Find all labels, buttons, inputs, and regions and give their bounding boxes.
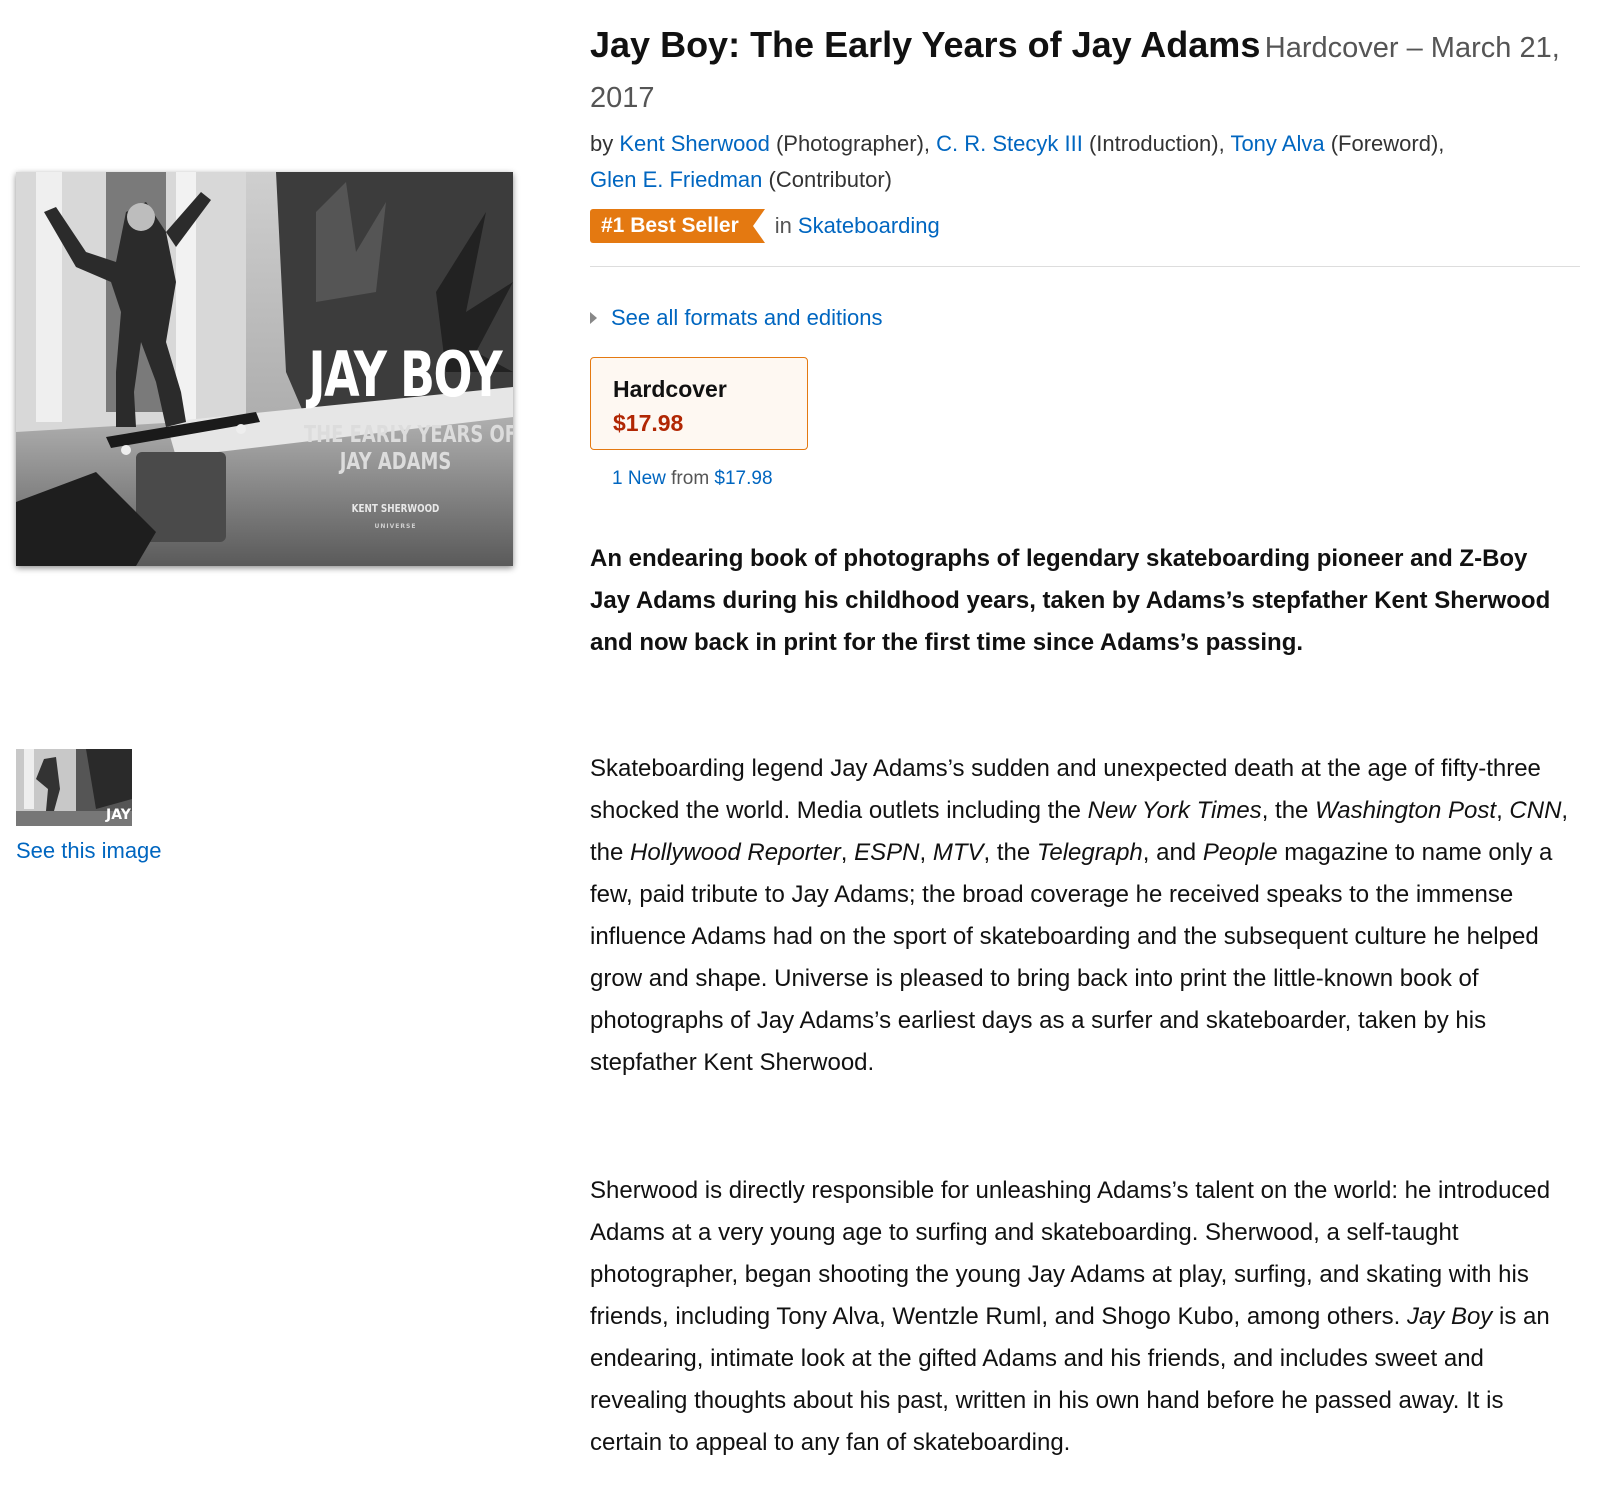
new-offers-link[interactable]: 1 New: [612, 468, 666, 489]
desc-publication: ESPN: [854, 839, 920, 866]
desc-book-title: Jay Boy: [1406, 1303, 1493, 1330]
format-name: Hardcover: [613, 376, 727, 402]
cover-publisher: UNIVERSE: [374, 523, 417, 530]
desc-publication: New York Times: [1087, 797, 1262, 824]
best-seller-in: in: [774, 213, 792, 238]
contributor-role: (Foreword),: [1330, 131, 1445, 156]
cover-subtitle: THE EARLY YEARS OF JAY ADAMS: [303, 422, 513, 476]
contributor-glen-friedman[interactable]: Glen E. Friedman: [590, 167, 762, 192]
desc-text: , and: [1142, 839, 1203, 866]
desc-text: , the: [1261, 797, 1316, 824]
see-this-image-link[interactable]: See this image: [16, 838, 162, 864]
desc-publication: Telegraph: [1036, 839, 1143, 866]
section-divider: [590, 266, 1580, 267]
svg-text:JAY B: JAY B: [105, 807, 132, 823]
best-seller-badge[interactable]: #1 Best Seller: [590, 209, 765, 243]
desc-publication: People: [1202, 839, 1278, 866]
desc-text: , the: [983, 839, 1037, 866]
byline-by: by: [590, 131, 614, 156]
desc-publication: CNN: [1509, 797, 1562, 824]
best-seller-category-link[interactable]: Skateboarding: [798, 213, 940, 239]
alt-image-thumbnail[interactable]: JAY B: [16, 749, 132, 826]
contributor-cr-stecyk[interactable]: C. R. Stecyk III: [936, 131, 1083, 156]
desc-text: magazine to name only a few, paid tribut…: [590, 839, 1553, 1076]
see-all-formats-link[interactable]: See all formats and editions: [590, 305, 883, 331]
book-cover-image[interactable]: JAY BOY THE EARLY YEARS OF JAY ADAMS KEN…: [16, 172, 513, 566]
description-lead: An endearing book of photographs of lege…: [590, 545, 1551, 656]
contributor-role: (Contributor): [768, 167, 893, 192]
thumbnail-photo: JAY B: [16, 749, 132, 826]
product-title-block: Jay Boy: The Early Years of Jay Adams Ha…: [590, 20, 1580, 123]
cover-title: JAY BOY: [308, 338, 503, 411]
desc-text: ,: [840, 839, 855, 866]
format-price: $17.98: [613, 410, 684, 436]
description-paragraph-2: Sherwood is directly responsible for unl…: [590, 1170, 1570, 1464]
see-all-formats-label: See all formats and editions: [611, 305, 883, 330]
best-seller-row: #1 Best Seller in Skateboarding: [590, 209, 940, 243]
desc-publication: Washington Post: [1315, 797, 1497, 824]
cover-subtitle-line2: JAY ADAMS: [339, 449, 452, 475]
caret-right-icon: [590, 312, 597, 324]
byline: by Kent Sherwood (Photographer), C. R. S…: [590, 126, 1580, 198]
desc-text: ,: [919, 839, 933, 866]
cover-author: KENT SHERWOOD: [351, 502, 440, 515]
contributor-kent-sherwood[interactable]: Kent Sherwood: [619, 131, 769, 156]
format-option-hardcover[interactable]: Hardcover $17.98: [590, 357, 808, 450]
desc-text: ,: [1496, 797, 1510, 824]
product-title: Jay Boy: The Early Years of Jay Adams: [590, 24, 1261, 65]
cover-subtitle-line1: THE EARLY YEARS OF: [303, 422, 513, 448]
offers-line: 1 New from $17.98: [612, 468, 773, 490]
desc-publication: MTV: [932, 839, 984, 866]
contributor-role: (Photographer),: [775, 131, 931, 156]
offers-price-link[interactable]: $17.98: [714, 468, 772, 489]
description-paragraph-1: Skateboarding legend Jay Adams’s sudden …: [590, 748, 1570, 1084]
contributor-role: (Introduction),: [1088, 131, 1225, 156]
offers-from: from: [671, 468, 710, 489]
contributor-tony-alva[interactable]: Tony Alva: [1230, 131, 1324, 156]
desc-publication: Hollywood Reporter: [630, 839, 841, 866]
